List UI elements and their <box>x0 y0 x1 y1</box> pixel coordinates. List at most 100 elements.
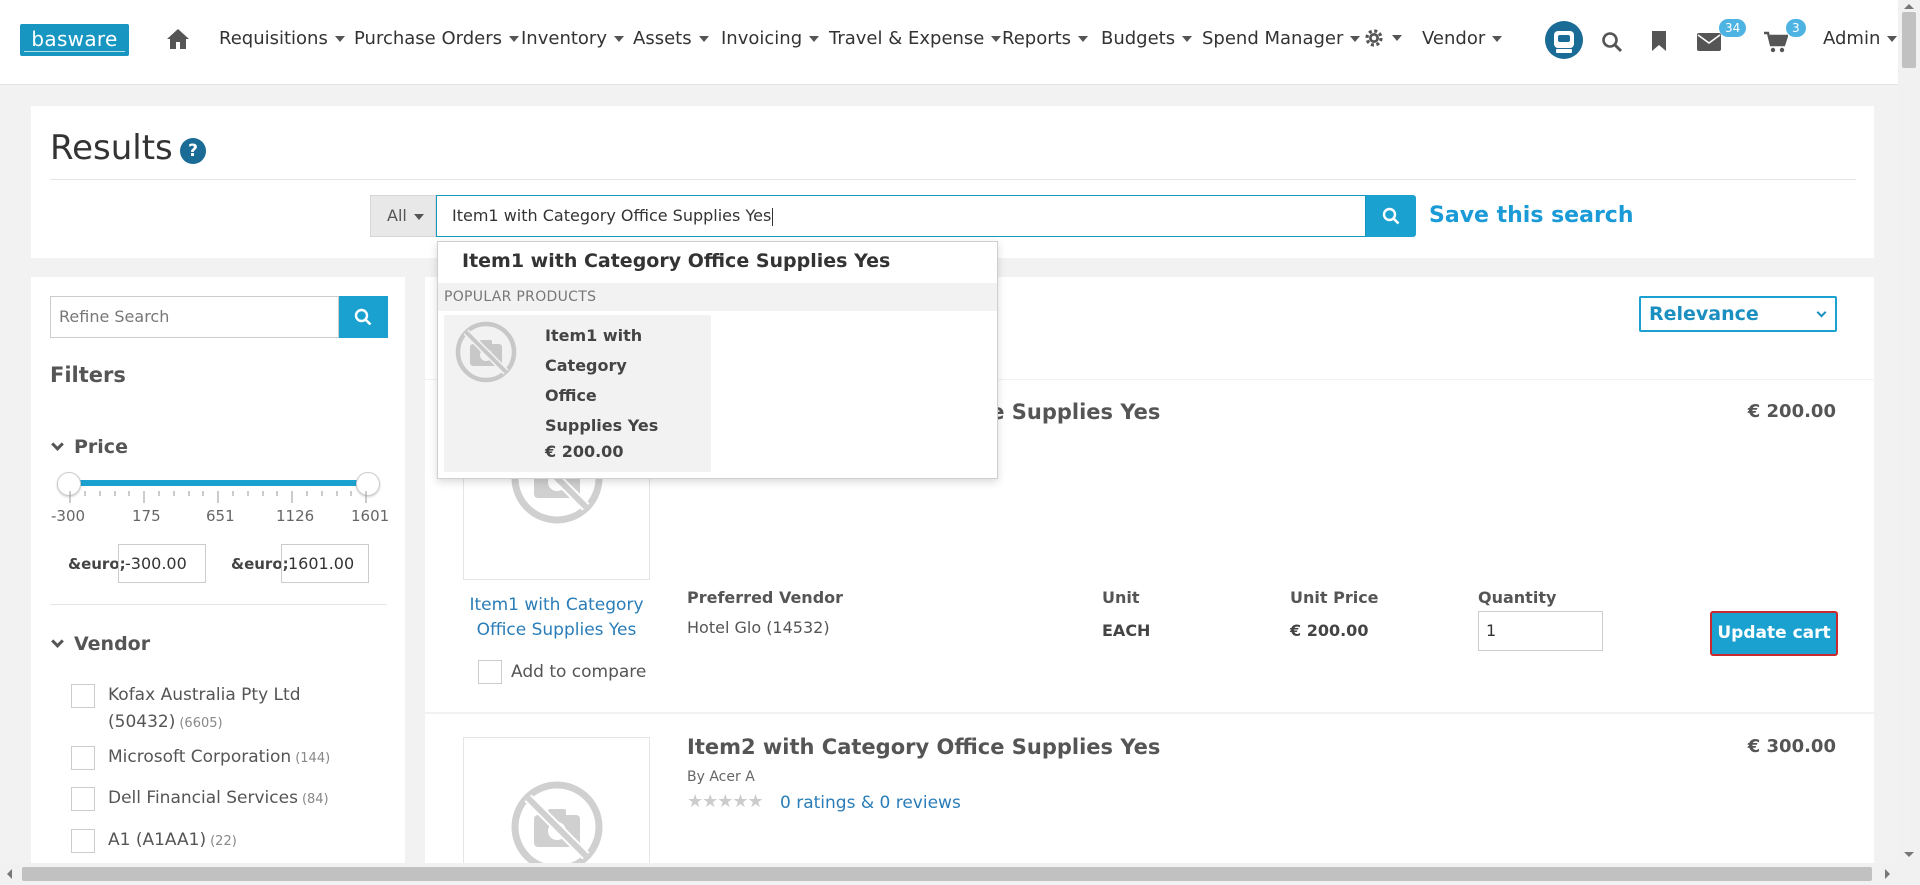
vertical-scrollbar[interactable] <box>1898 0 1920 885</box>
nav-assets[interactable]: Assets <box>633 28 709 49</box>
gear-icon <box>1365 29 1383 47</box>
update-cart-button[interactable]: Update cart <box>1710 611 1838 656</box>
price-max-currency-label: &euro; <box>231 555 289 573</box>
nav-requisitions[interactable]: Requisitions <box>219 28 345 49</box>
product-card: Item2 with Category Office Supplies Yes … <box>425 714 1874 877</box>
popular-product-price: € 200.00 <box>545 442 624 461</box>
nav-spend-manager[interactable]: Spend Manager <box>1202 28 1361 49</box>
unit-header: Unit <box>1102 588 1140 607</box>
horizontal-scrollbar[interactable] <box>0 863 1898 885</box>
sort-select[interactable]: Relevance <box>1639 296 1837 332</box>
home-icon[interactable] <box>165 27 191 51</box>
price-facet-header[interactable]: Price <box>50 436 128 458</box>
top-navigation-bar: basware Requisitions Purchase Orders Inv… <box>0 0 1898 85</box>
price-min-currency-label: &euro; <box>68 555 126 573</box>
nav-settings[interactable] <box>1363 27 1402 49</box>
autocomplete-suggestion[interactable]: Item1 with Category Office Supplies Yes <box>462 250 890 272</box>
product-image[interactable] <box>463 737 650 877</box>
divider <box>50 604 387 605</box>
quantity-input[interactable]: 1 <box>1478 611 1603 651</box>
scroll-down-arrow-icon[interactable] <box>1904 852 1914 857</box>
divider <box>50 179 1856 180</box>
cart-count-badge: 3 <box>1786 19 1806 37</box>
search-icon <box>354 308 372 326</box>
nav-purchase-orders[interactable]: Purchase Orders <box>354 28 519 49</box>
product-title-link[interactable]: Item2 with Category Office Supplies Yes <box>687 735 1160 759</box>
vendor-checkbox[interactable] <box>71 787 95 811</box>
vendor-checkbox[interactable] <box>71 746 95 770</box>
results-header: Results ? All Item1 with Category Office… <box>31 106 1874 258</box>
popular-products-header: POPULAR PRODUCTS <box>438 283 997 311</box>
refine-search-button[interactable] <box>339 296 388 338</box>
bookmark-icon[interactable] <box>1651 30 1667 52</box>
price-slider-track[interactable] <box>68 480 368 486</box>
nav-admin-user-menu[interactable]: Admin <box>1823 28 1898 49</box>
vendor-facet-header[interactable]: Vendor <box>50 633 150 655</box>
vendor-filter-item[interactable]: Microsoft Corporation (144) <box>71 744 371 772</box>
price-tick-label: 1601 <box>351 507 390 525</box>
save-search-link[interactable]: Save this search <box>1429 203 1634 228</box>
product-price: € 200.00 <box>1747 401 1836 422</box>
basware-logo[interactable]: basware <box>20 24 129 56</box>
compare-checkbox[interactable] <box>478 660 502 684</box>
unit-value: EACH <box>1102 621 1151 640</box>
product-image-caption-link[interactable]: Item1 with Category Office Supplies Yes <box>463 593 650 643</box>
rating-stars: ★★★★★ <box>687 791 764 812</box>
compare-label: Add to compare <box>511 662 647 682</box>
search-button[interactable] <box>1366 195 1416 237</box>
page-title: Results <box>50 128 173 168</box>
popular-product-item[interactable]: Item1 with Category Office Supplies Yes … <box>444 315 711 472</box>
nav-vendor[interactable]: Vendor <box>1422 28 1503 49</box>
product-brand: By Acer A <box>687 769 755 785</box>
refine-search-input[interactable]: Refine Search <box>50 296 339 338</box>
vendor-checkbox[interactable] <box>71 829 95 853</box>
nav-reports[interactable]: Reports <box>1002 28 1089 49</box>
preferred-vendor-header: Preferred Vendor <box>687 588 844 607</box>
price-tick-label: 175 <box>132 507 161 525</box>
help-icon[interactable]: ? <box>180 138 206 164</box>
price-tick-label: -300 <box>51 507 86 525</box>
price-max-input[interactable]: 1601.00 <box>281 544 369 583</box>
chevron-down-icon <box>51 635 64 648</box>
search-scope-dropdown[interactable]: All <box>370 195 436 237</box>
ratings-reviews-link[interactable]: 0 ratings & 0 reviews <box>780 793 961 813</box>
filters-title: Filters <box>50 363 126 387</box>
scroll-up-arrow-icon[interactable] <box>1904 4 1914 9</box>
price-tick-label: 1126 <box>276 507 315 525</box>
product-price: € 300.00 <box>1747 736 1836 757</box>
scroll-right-arrow-icon[interactable] <box>1885 869 1890 879</box>
search-autocomplete-dropdown: Item1 with Category Office Supplies Yes … <box>437 241 998 479</box>
scroll-left-arrow-icon[interactable] <box>7 869 12 879</box>
chevron-down-icon <box>1816 307 1827 318</box>
vendor-checkbox[interactable] <box>71 684 95 708</box>
search-input[interactable]: Item1 with Category Office Supplies Yes <box>436 195 1366 237</box>
nav-budgets[interactable]: Budgets <box>1101 28 1193 49</box>
unit-price-header: Unit Price <box>1290 588 1379 607</box>
vertical-scrollbar-thumb[interactable] <box>1902 12 1916 68</box>
messages-count-badge: 34 <box>1719 19 1747 37</box>
quantity-header: Quantity <box>1478 588 1557 607</box>
search-icon <box>1382 207 1400 225</box>
nav-travel-expense[interactable]: Travel & Expense <box>829 28 1002 49</box>
chevron-down-icon <box>51 438 64 451</box>
no-image-camera-icon <box>511 781 603 873</box>
vendor-filter-item[interactable]: A1 (A1AA1) (22) <box>71 827 371 855</box>
nav-inventory[interactable]: Inventory <box>521 28 624 49</box>
horizontal-scrollbar-thumb[interactable] <box>22 867 1872 881</box>
popular-product-name: Item1 with Category Office Supplies Yes <box>545 326 659 435</box>
price-tick-label: 651 <box>206 507 235 525</box>
price-min-input[interactable]: -300.00 <box>118 544 206 583</box>
assistant-icon[interactable] <box>1544 20 1584 60</box>
nav-invoicing[interactable]: Invoicing <box>721 28 820 49</box>
search-icon[interactable] <box>1601 31 1623 53</box>
no-image-camera-icon <box>455 321 517 383</box>
envelope-icon[interactable] <box>1697 33 1721 51</box>
price-slider-ticks <box>69 491 367 503</box>
logo-text: basware <box>31 27 118 51</box>
vendor-filter-item[interactable]: Dell Financial Services (84) <box>71 785 371 813</box>
filters-sidebar: Refine Search Filters Price -300 175 651… <box>31 277 405 885</box>
vendor-filter-item[interactable]: Kofax Australia Pty Ltd (50432) (6605) <box>71 682 371 738</box>
preferred-vendor-value: Hotel Glo (14532) <box>687 618 830 637</box>
unit-price-value: € 200.00 <box>1290 621 1369 640</box>
cart-icon[interactable] <box>1764 31 1788 53</box>
